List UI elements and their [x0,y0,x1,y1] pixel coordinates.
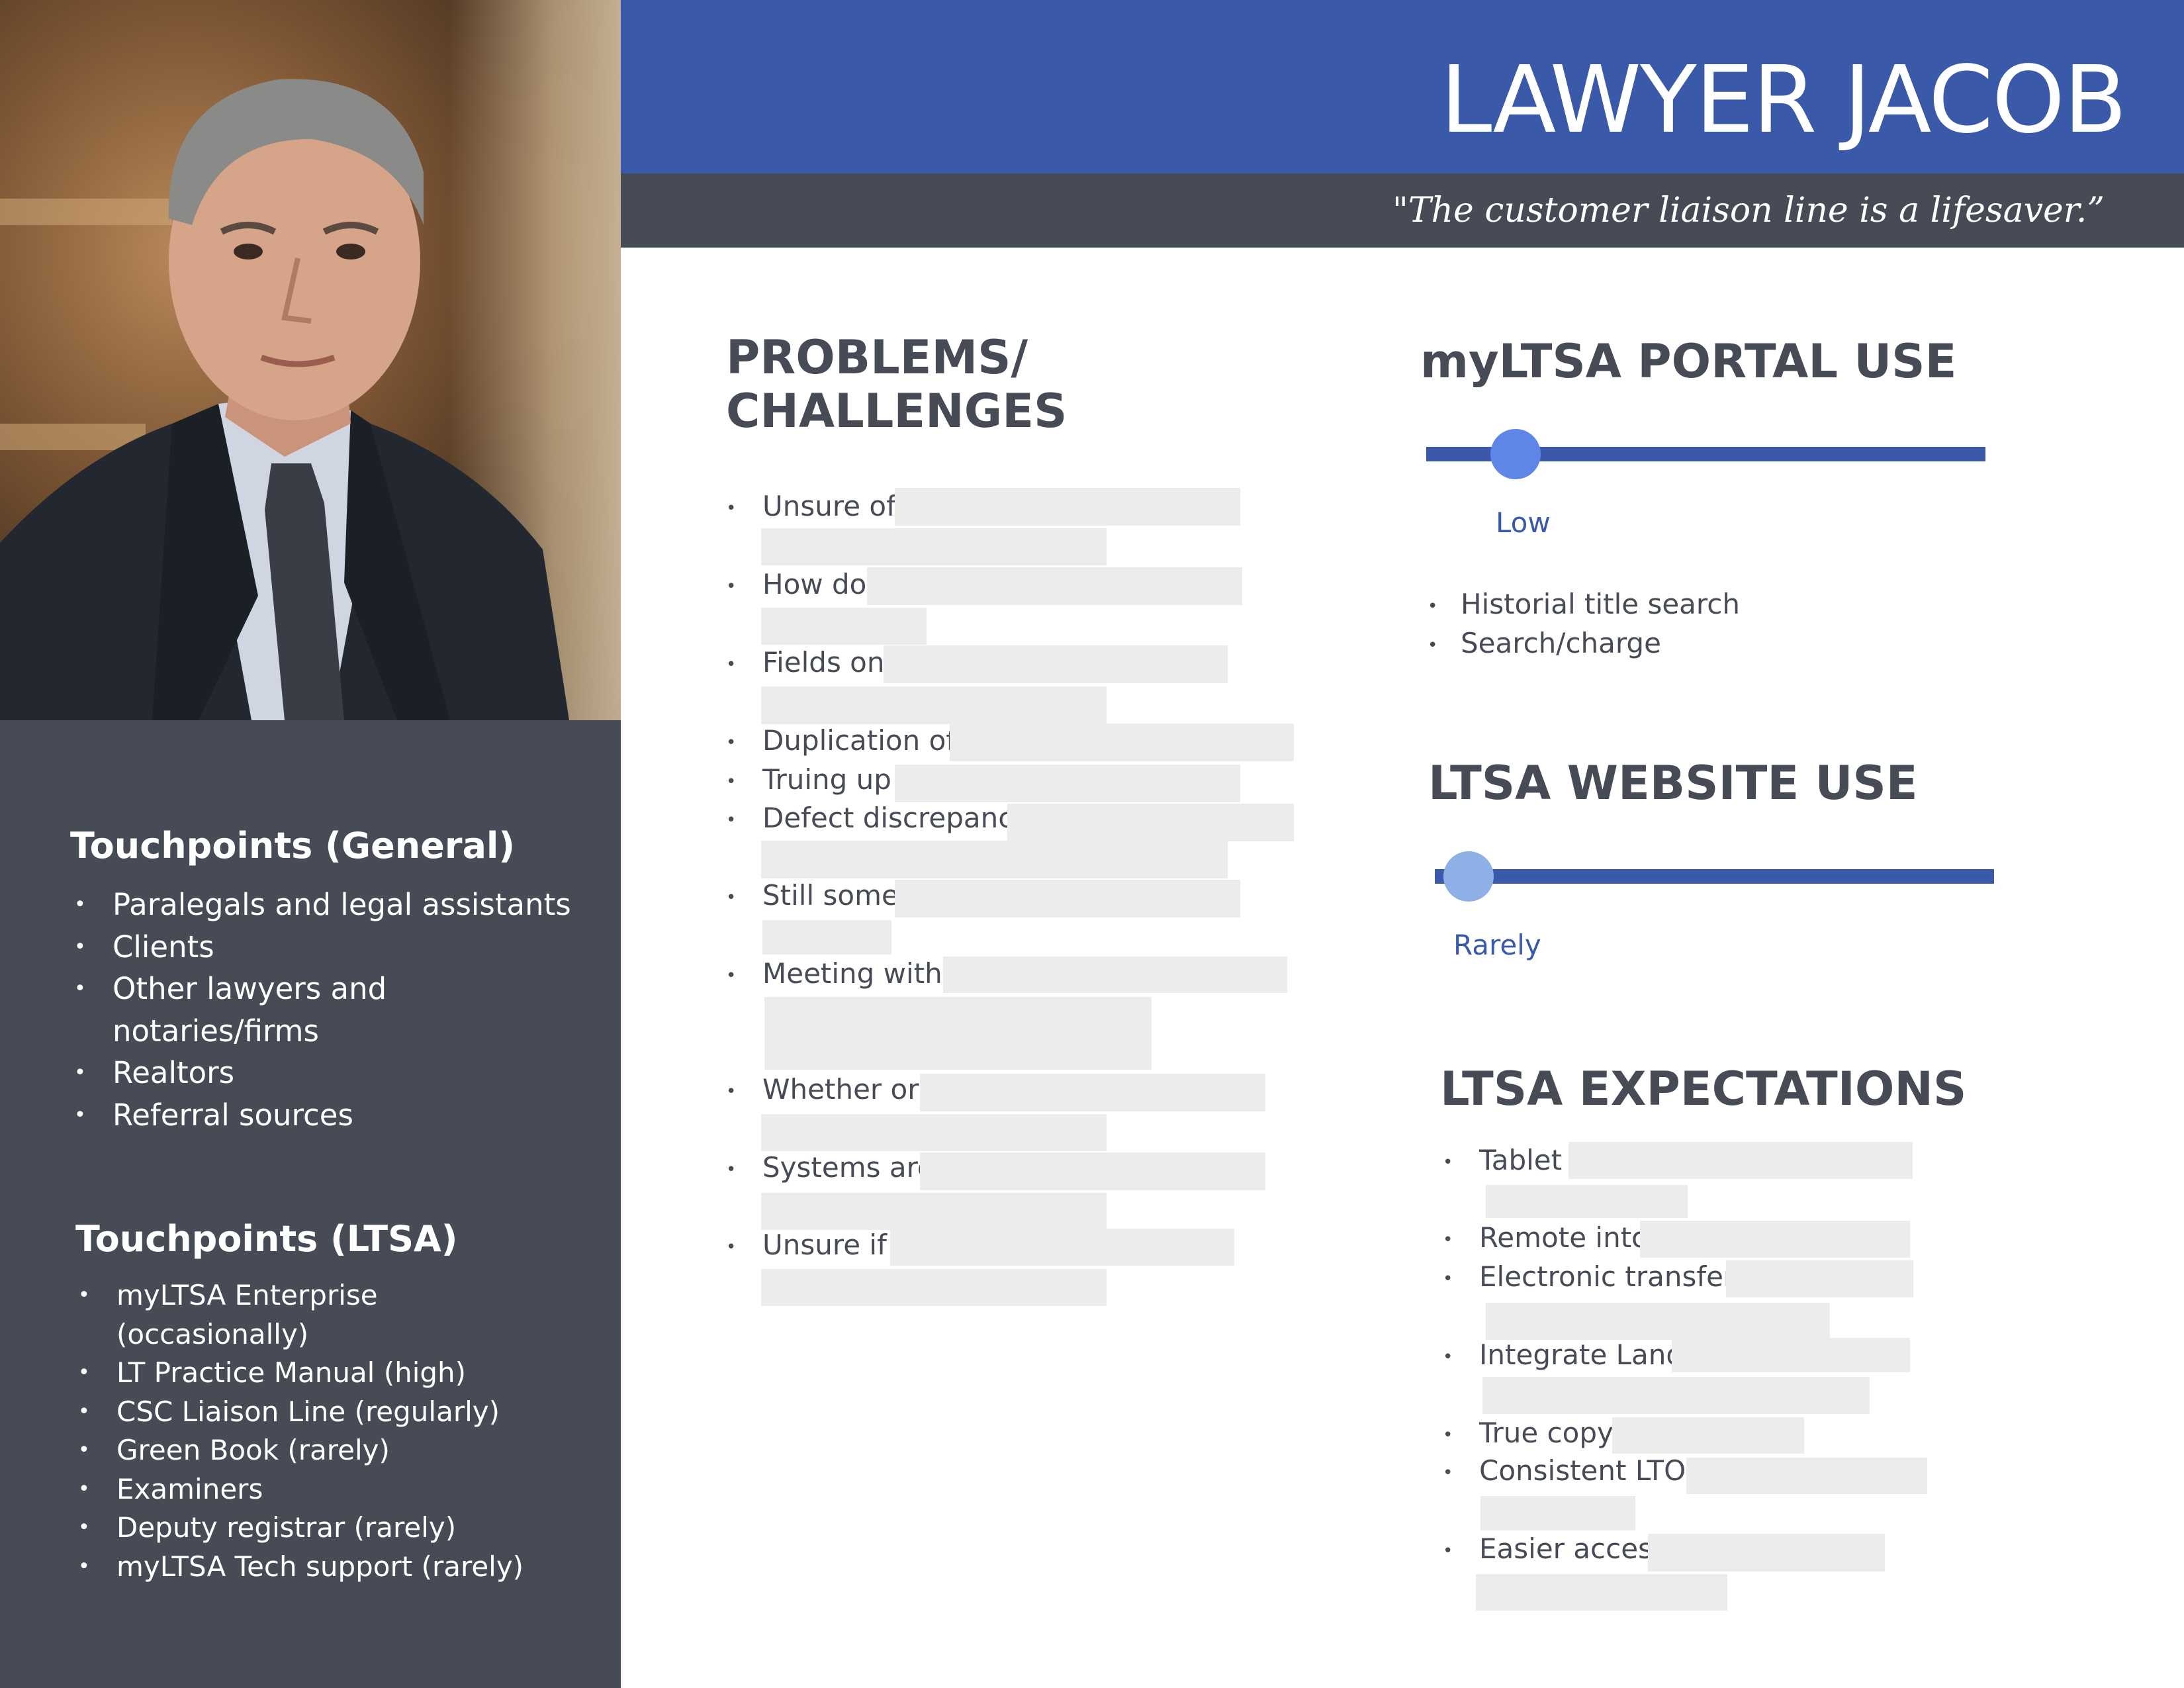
list-item: • Historial title search [1428,588,1740,620]
redaction-block [1482,1377,1870,1414]
redaction-block [920,1152,1265,1190]
list-item: • Clients [74,929,214,964]
list-item: • Systems are [726,1151,934,1184]
list-item: • Deputy registrar (rarely) [78,1511,457,1544]
touchpoints-ltsa-list: • myLTSA Enterprise (occasionally) • LT Pr… [78,1276,523,1586]
problems-heading: PROBLEMS/CHALLENGES [726,330,1068,439]
list-item: • Realtors [74,1055,235,1090]
list-item: • How do [726,568,867,600]
list-item: • Defect discrepancy [726,802,1030,834]
persona-title: LAWYER JACOB [1440,46,2127,154]
redaction-block [920,1074,1265,1111]
list-item: • Unsure if [726,1229,887,1261]
list-item: • Meeting with [726,957,942,990]
list-item: • Fields on [726,646,885,679]
redaction-block [1612,1417,1804,1454]
list-item: • Duplication of [726,724,956,757]
redaction-block [1476,1574,1727,1611]
redaction-block [761,608,927,645]
persona-quote: "The customer liaison line is a lifesave… [1392,191,2105,230]
redaction-block [890,1229,1234,1266]
redaction-block [895,488,1240,526]
list-item: • Other lawyers and [74,971,387,1006]
list-item: • Examiners [78,1472,263,1505]
redaction-block [1480,1496,1635,1530]
redaction-block [761,841,1228,878]
redaction-block [1007,804,1294,841]
redaction-block [761,528,1107,565]
list-item: • Consistent LTO [1443,1454,1686,1487]
list-item: • Integrate Land [1443,1338,1684,1371]
list-item: • Truing up [726,763,891,796]
list-item: • Paralegals and legal assistants [74,887,571,922]
list-item: (occasionally) [116,1317,309,1350]
redaction-block [761,1114,1107,1151]
man-in-suit-illustration [0,79,569,720]
redaction-block [867,567,1242,605]
list-item: • Unsure of [726,490,896,522]
list-item: • myLTSA Enterprise [78,1279,378,1311]
redaction-block [950,724,1294,761]
list-item: • Electronic transfer [1443,1260,1735,1293]
website-use-level-label: Rarely [1453,929,1541,961]
redaction-block [1648,1534,1885,1571]
list-item: • Whether or [726,1073,919,1105]
website-use-heading: LTSA WEBSITE USE [1428,756,1918,810]
redaction-block [1686,1458,1927,1494]
title-banner: LAWYER JACOB [621,0,2184,173]
portal-use-level-label: Low [1496,506,1551,539]
website-use-scale [1435,869,1994,884]
redaction-block [1486,1185,1688,1218]
list-item: • myLTSA Tech support (rarely) [78,1550,524,1583]
redaction-block [1672,1338,1910,1372]
redaction-block [1569,1142,1913,1179]
list-item: • Still some [726,879,899,912]
portrait-photo [0,0,621,720]
redaction-block [761,1193,1107,1230]
touchpoints-sidebar: Touchpoints (General) • Paralegals and le… [0,720,621,1688]
list-item: • Remote into [1443,1221,1649,1254]
quote-bar: "The customer liaison line is a lifesave… [621,173,2184,248]
redaction-block [943,957,1287,993]
redaction-block [895,880,1240,917]
list-item: • Easier access [1443,1532,1667,1565]
portal-use-level-marker [1490,429,1541,479]
list-item: • LT Practice Manual (high) [78,1356,467,1389]
redaction-block [1486,1303,1830,1340]
touchpoints-general-list: • Paralegals and legal assistants • Client… [74,884,571,1136]
list-item: • Referral sources [74,1097,353,1133]
website-use-level-marker [1443,851,1494,902]
touchpoints-general-heading: Touchpoints (General) [70,825,516,867]
list-item: • True copy [1443,1417,1614,1449]
list-item: • Tablet [1443,1144,1563,1176]
redaction-block [884,645,1228,683]
redaction-block [764,997,1152,1070]
portal-use-heading: myLTSA PORTAL USE [1420,334,1957,389]
redaction-block [761,1269,1107,1306]
expectations-heading: LTSA EXPECTATIONS [1440,1062,1967,1116]
redaction-block [1726,1260,1913,1297]
redaction-block [761,686,1107,724]
list-item: • CSC Liaison Line (regularly) [78,1395,500,1428]
redaction-block [1640,1221,1910,1258]
touchpoints-ltsa-heading: Touchpoints (LTSA) [75,1218,458,1260]
list-item: • Green Book (rarely) [78,1434,390,1466]
redaction-block [762,920,891,955]
redaction-block [895,765,1240,802]
list-item: • Search/charge [1428,627,1661,659]
list-item: notaries/firms [113,1013,319,1049]
